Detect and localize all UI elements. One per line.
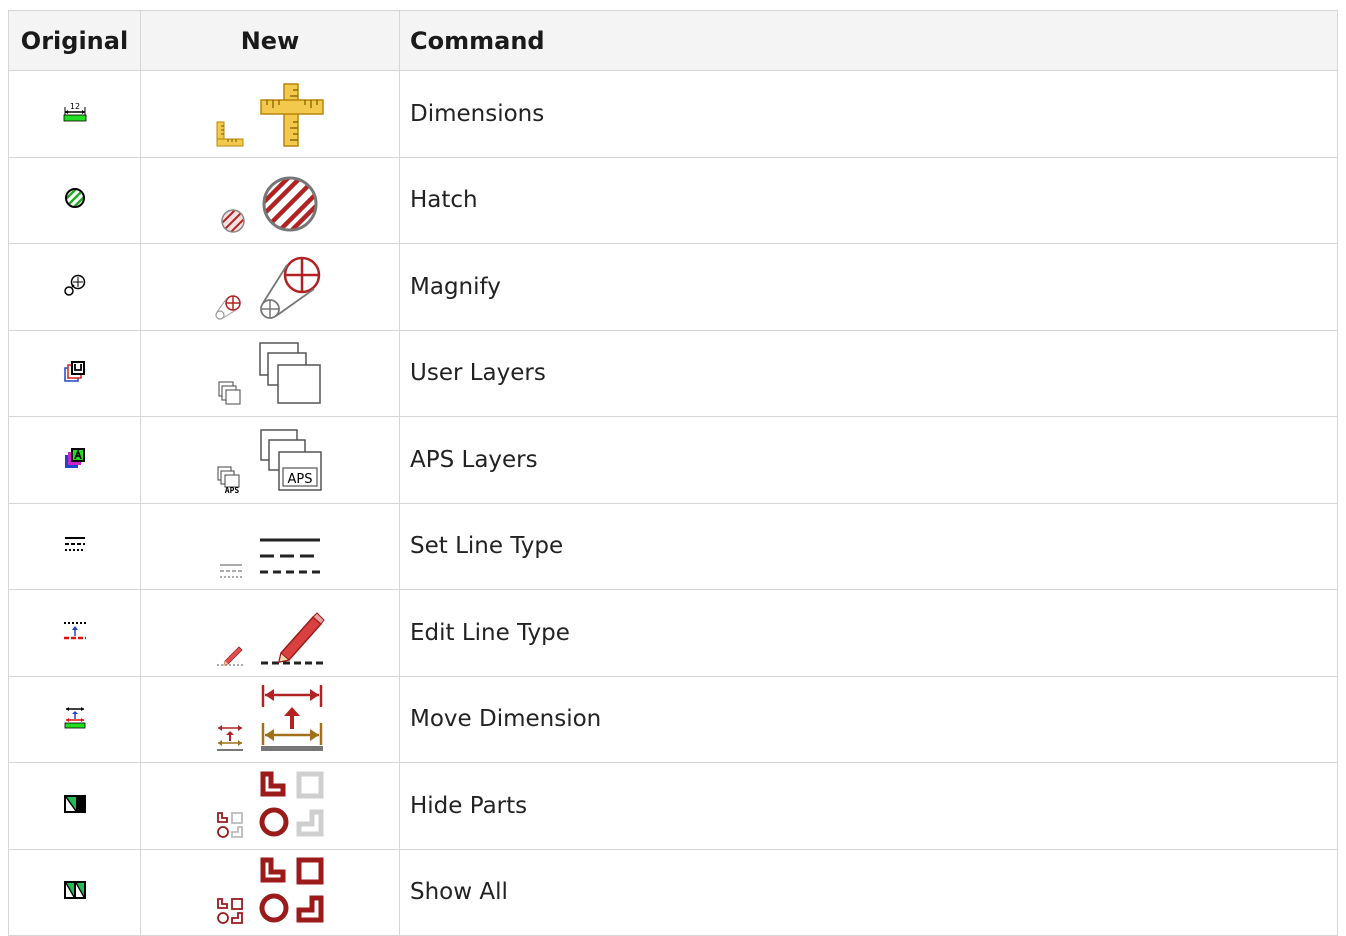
new-icon-cell: [140, 70, 400, 158]
command-cell: Hide Parts: [399, 762, 1338, 850]
new-icon-cell: APS APS: [140, 416, 400, 504]
new-icon-cell: [140, 848, 400, 936]
table-row: Show All: [8, 848, 1338, 936]
command-cell: Set Line Type: [399, 502, 1338, 590]
command-cell: Show All: [399, 848, 1338, 936]
original-icon-cell: [8, 848, 141, 936]
original-user-layers-icon: [63, 359, 87, 383]
original-icon-cell: [8, 589, 141, 677]
original-icon-cell: [8, 762, 141, 850]
hatch-large-icon: [260, 174, 320, 234]
table-row: Edit Line Type: [8, 589, 1338, 677]
original-move-dimension-icon: [63, 705, 87, 729]
user-layers-large-icon: [258, 341, 324, 407]
original-dimensions-icon: 12: [63, 101, 87, 123]
original-icon-cell: [8, 243, 141, 331]
command-cell: Dimensions: [399, 70, 1338, 158]
table-row: Hatch: [8, 156, 1338, 244]
magnify-large-icon: [258, 253, 326, 321]
original-aps-layers-icon: [63, 446, 87, 470]
ruler-small-icon: [215, 118, 245, 148]
move-dimension-large-icon: [259, 683, 325, 753]
edit-line-type-large-icon: [259, 607, 325, 667]
aps-layers-large-icon: APS: [259, 428, 325, 494]
command-cell: Magnify: [399, 243, 1338, 331]
new-icon-cell: [140, 675, 400, 763]
hatch-small-icon: [220, 208, 246, 234]
hide-parts-large-icon: [259, 770, 325, 840]
command-cell: Edit Line Type: [399, 589, 1338, 677]
show-all-small-icon: [215, 896, 245, 926]
table-row: APS APS APS Layers: [8, 416, 1338, 504]
aps-layers-small-icon: APS: [215, 464, 245, 494]
original-set-line-type-icon: [63, 534, 87, 554]
original-icon-cell: [8, 502, 141, 590]
icon-comparison-table-container: Original New Command 12 Dimensions Hatch…: [8, 10, 1338, 936]
svg-text:12: 12: [69, 102, 79, 111]
header-original: Original: [8, 10, 141, 71]
original-icon-cell: [8, 329, 141, 417]
set-line-type-large-icon: [258, 534, 322, 580]
table-header-row: Original New Command: [8, 10, 1338, 71]
original-icon-cell: [8, 675, 141, 763]
hide-parts-small-icon: [215, 810, 245, 840]
table-row: Hide Parts: [8, 762, 1338, 850]
magnify-small-icon: [214, 291, 244, 321]
show-all-large-icon: [259, 856, 325, 926]
new-icon-cell: [140, 243, 400, 331]
table-row: Set Line Type: [8, 502, 1338, 590]
new-icon-cell: [140, 329, 400, 417]
original-icon-cell: 12: [8, 70, 141, 158]
command-cell: Move Dimension: [399, 675, 1338, 763]
new-icon-cell: [140, 762, 400, 850]
command-cell: User Layers: [399, 329, 1338, 417]
header-new: New: [140, 10, 400, 71]
command-cell: Hatch: [399, 156, 1338, 244]
set-line-type-small-icon: [218, 560, 244, 580]
svg-text:APS: APS: [225, 486, 240, 494]
original-icon-cell: [8, 416, 141, 504]
table-row: User Layers: [8, 329, 1338, 417]
move-dimension-small-icon: [215, 723, 245, 753]
command-cell: APS Layers: [399, 416, 1338, 504]
original-magnify-icon: [63, 273, 87, 297]
svg-text:APS: APS: [288, 472, 313, 487]
new-icon-cell: [140, 156, 400, 244]
new-icon-cell: [140, 589, 400, 677]
header-command: Command: [399, 10, 1338, 71]
table-row: Move Dimension: [8, 675, 1338, 763]
user-layers-small-icon: [216, 379, 244, 407]
original-hatch-icon: [64, 187, 86, 209]
table-row: Magnify: [8, 243, 1338, 331]
ruler-large-icon: [259, 82, 325, 148]
original-icon-cell: [8, 156, 141, 244]
original-edit-line-type-icon: [62, 620, 88, 642]
table-row: 12 Dimensions: [8, 70, 1338, 158]
icon-comparison-table: Original New Command 12 Dimensions Hatch…: [8, 10, 1338, 936]
original-show-all-icon: [63, 879, 87, 901]
original-hide-parts-icon: [63, 793, 87, 815]
new-icon-cell: [140, 502, 400, 590]
edit-line-type-small-icon: [215, 641, 245, 667]
